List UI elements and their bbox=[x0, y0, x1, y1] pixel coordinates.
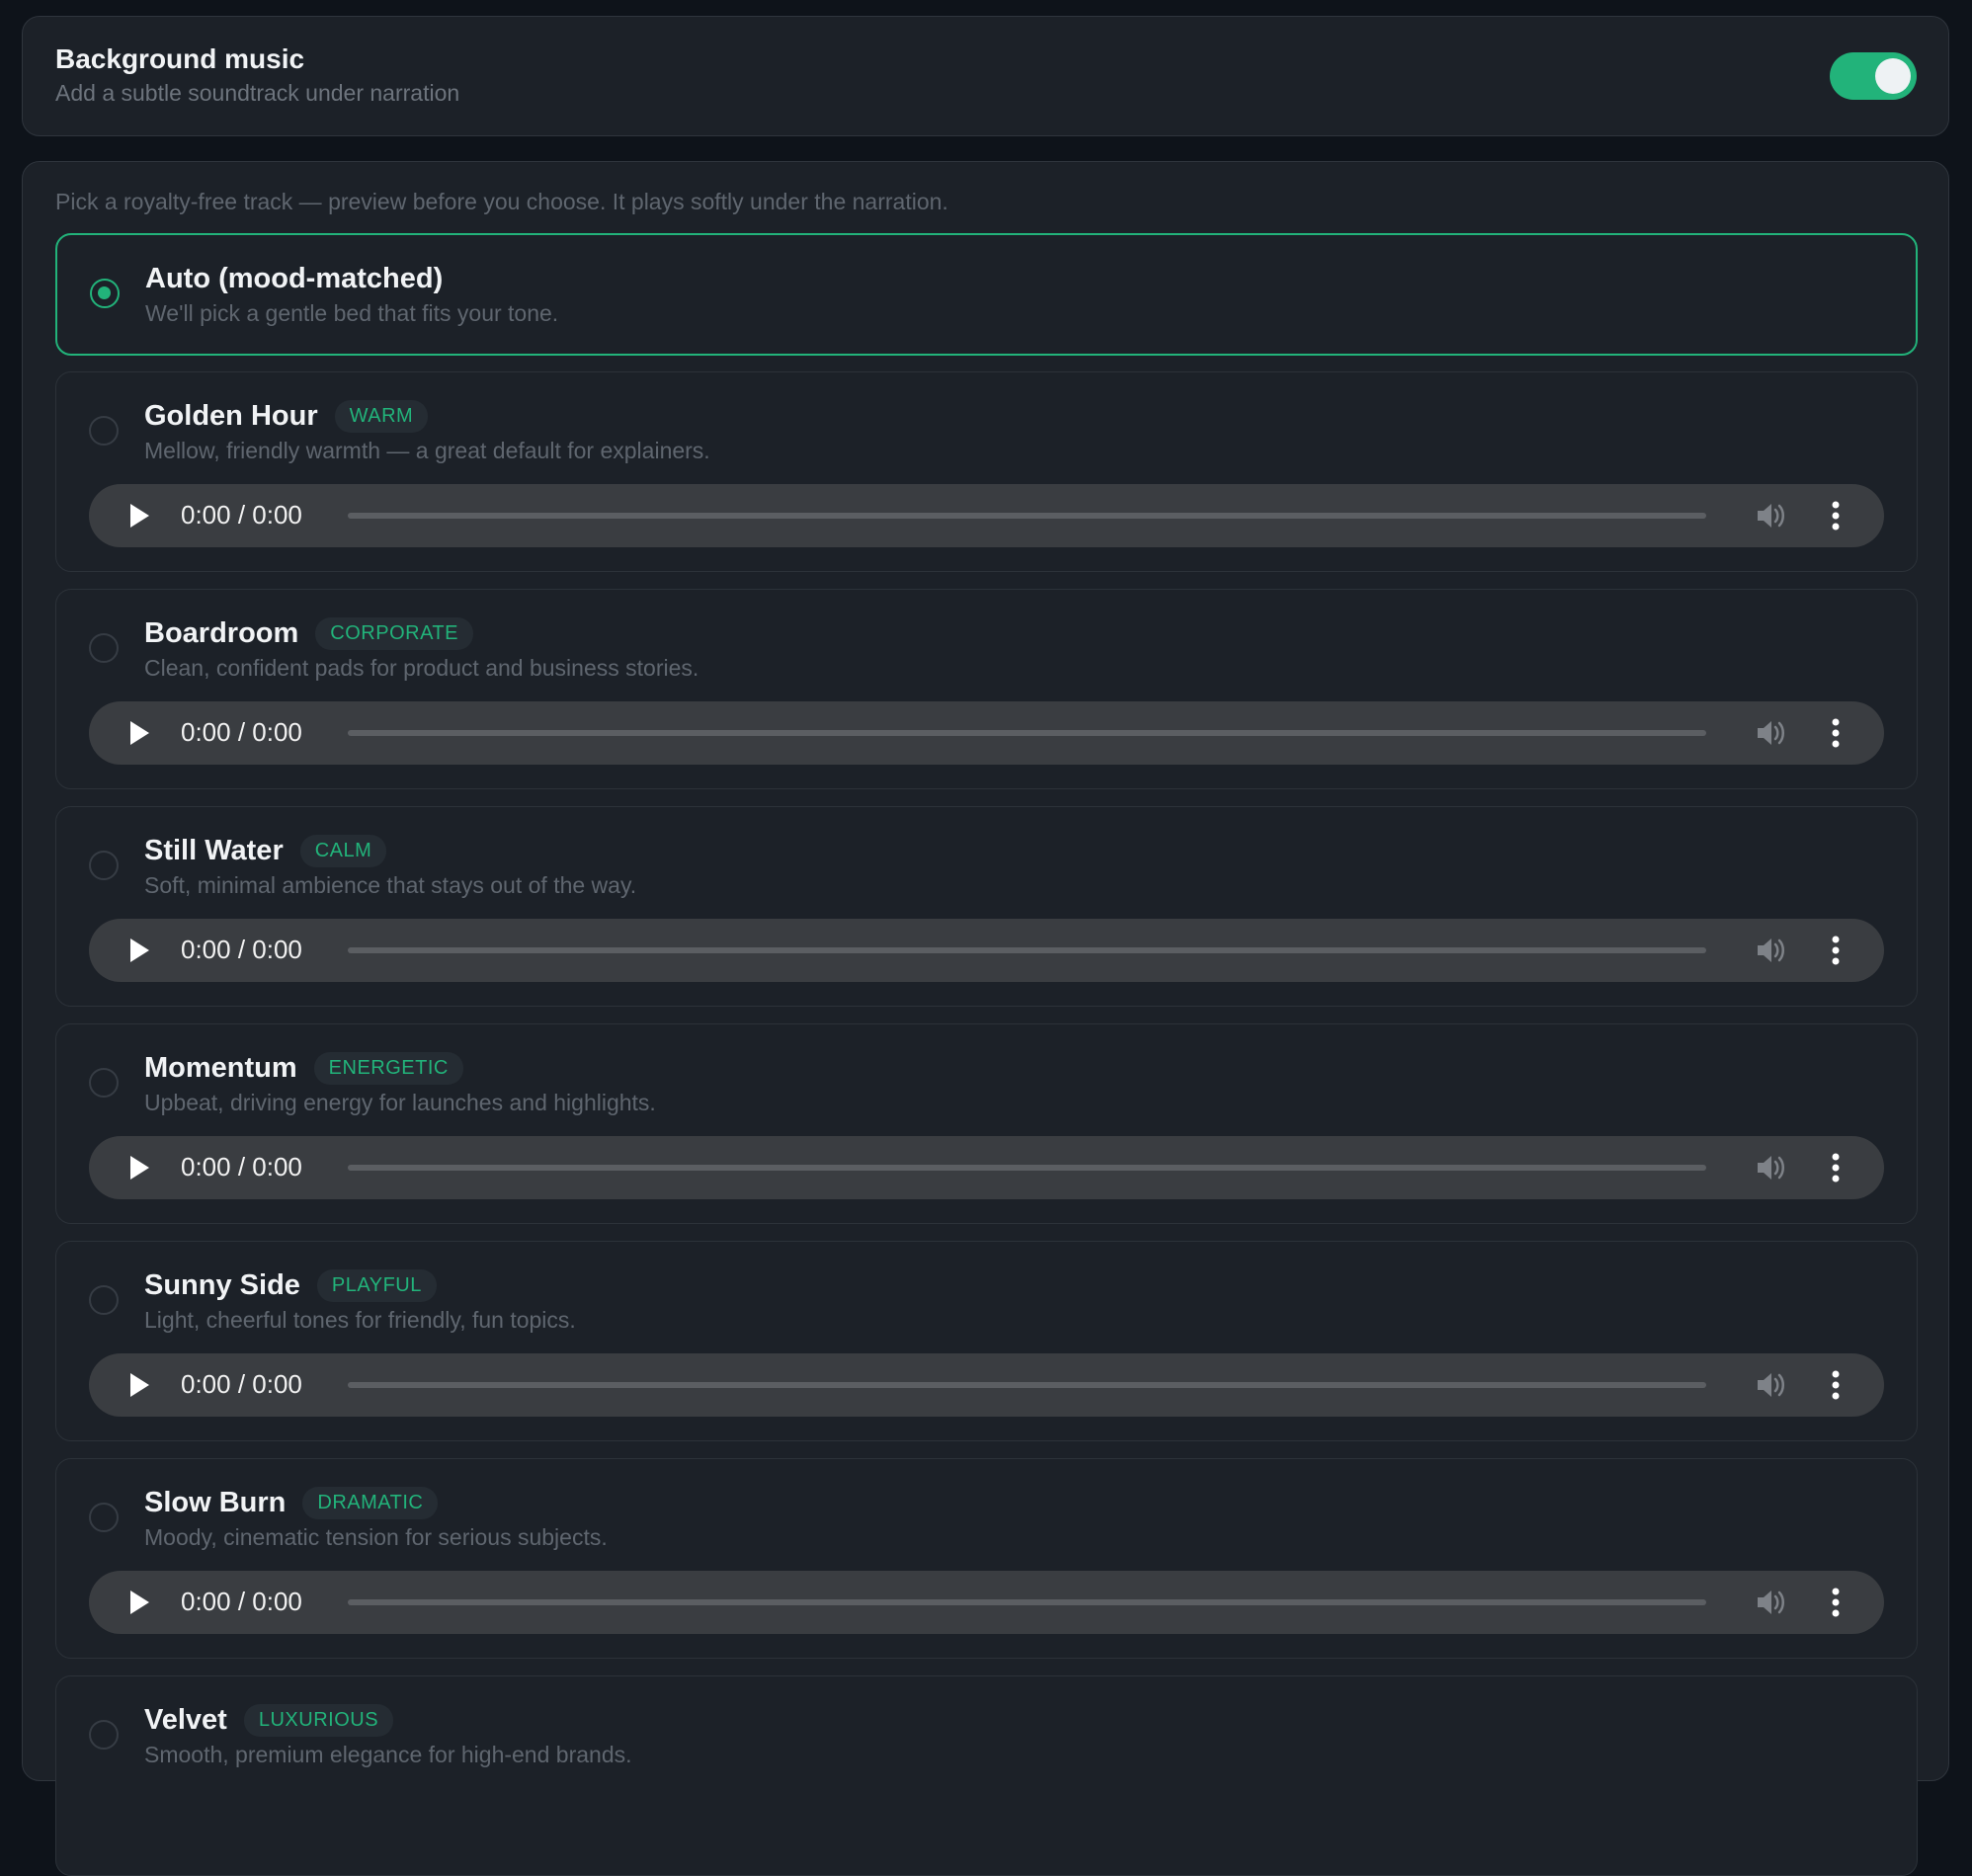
radio-button[interactable] bbox=[89, 851, 119, 880]
audio-player: 0:00 / 0:00 bbox=[89, 1353, 1884, 1417]
track-option-golden-hour[interactable]: Golden Hour WARM Mellow, friendly warmth… bbox=[55, 371, 1918, 572]
volume-icon[interactable] bbox=[1755, 501, 1786, 530]
mood-tag: DRAMATIC bbox=[302, 1487, 439, 1519]
track-option-momentum[interactable]: Momentum ENERGETIC Upbeat, driving energ… bbox=[55, 1023, 1918, 1224]
track-name: Momentum bbox=[144, 1052, 297, 1084]
time-display: 0:00 / 0:00 bbox=[181, 717, 302, 747]
mood-tag: CALM bbox=[299, 835, 387, 867]
volume-icon[interactable] bbox=[1755, 1370, 1786, 1400]
radio-button[interactable] bbox=[89, 416, 119, 446]
track-option-header: Boardroom CORPORATE bbox=[144, 617, 473, 650]
track-name: Velvet bbox=[144, 1704, 227, 1736]
more-vertical-icon[interactable] bbox=[1830, 1152, 1842, 1183]
toggle-knob bbox=[1875, 58, 1911, 94]
track-option-boardroom[interactable]: Boardroom CORPORATE Clean, confident pad… bbox=[55, 589, 1918, 789]
track-option-still-water[interactable]: Still Water CALM Soft, minimal ambience … bbox=[55, 806, 1918, 1007]
track-option-sunny-side[interactable]: Sunny Side PLAYFUL Light, cheerful tones… bbox=[55, 1241, 1918, 1441]
more-vertical-icon[interactable] bbox=[1830, 717, 1842, 749]
radio-button[interactable] bbox=[89, 1503, 119, 1532]
time-display: 0:00 / 0:00 bbox=[181, 1587, 302, 1616]
play-icon[interactable] bbox=[130, 504, 149, 528]
seek-bar[interactable] bbox=[348, 730, 1706, 736]
mood-tag: CORPORATE bbox=[315, 617, 473, 650]
volume-icon[interactable] bbox=[1755, 1153, 1786, 1183]
volume-icon[interactable] bbox=[1755, 718, 1786, 748]
track-description: Clean, confident pads for product and bu… bbox=[144, 655, 699, 681]
seek-bar[interactable] bbox=[348, 513, 1706, 519]
mood-tag: LUXURIOUS bbox=[243, 1704, 394, 1737]
more-vertical-icon[interactable] bbox=[1830, 1587, 1842, 1618]
seek-bar[interactable] bbox=[348, 1599, 1706, 1605]
track-description: We'll pick a gentle bed that fits your t… bbox=[145, 300, 559, 326]
time-display: 0:00 / 0:00 bbox=[181, 1369, 302, 1399]
mood-tag: ENERGETIC bbox=[313, 1052, 463, 1085]
track-option-header: Auto (mood-matched) bbox=[145, 263, 443, 295]
seek-bar[interactable] bbox=[348, 1382, 1706, 1388]
mood-tag: PLAYFUL bbox=[316, 1269, 437, 1302]
track-name: Still Water bbox=[144, 835, 284, 866]
play-icon[interactable] bbox=[130, 938, 149, 962]
play-icon[interactable] bbox=[130, 721, 149, 745]
mood-tag: WARM bbox=[334, 400, 429, 433]
audio-player: 0:00 / 0:00 bbox=[89, 1571, 1884, 1634]
play-icon[interactable] bbox=[130, 1373, 149, 1397]
radio-button[interactable] bbox=[89, 633, 119, 663]
page: Background music Add a subtle soundtrack… bbox=[22, 16, 1949, 1876]
background-music-title: Background music bbox=[55, 43, 305, 74]
track-picker-hint: Pick a royalty-free track — preview befo… bbox=[55, 189, 948, 214]
background-music-card: Background music Add a subtle soundtrack… bbox=[22, 16, 1949, 136]
track-name: Golden Hour bbox=[144, 400, 318, 432]
audio-player: 0:00 / 0:00 bbox=[89, 1136, 1884, 1199]
play-icon[interactable] bbox=[130, 1156, 149, 1180]
volume-icon[interactable] bbox=[1755, 1588, 1786, 1617]
track-description: Upbeat, driving energy for launches and … bbox=[144, 1090, 656, 1115]
more-vertical-icon[interactable] bbox=[1830, 500, 1842, 531]
radio-dot bbox=[98, 286, 111, 299]
more-vertical-icon[interactable] bbox=[1830, 1369, 1842, 1401]
audio-player: 0:00 / 0:00 bbox=[89, 484, 1884, 547]
track-description: Soft, minimal ambience that stays out of… bbox=[144, 872, 637, 898]
radio-button[interactable] bbox=[89, 1285, 119, 1315]
track-option-header: Velvet LUXURIOUS bbox=[144, 1704, 394, 1737]
track-option-header: Still Water CALM bbox=[144, 835, 387, 867]
track-option-header: Slow Burn DRAMATIC bbox=[144, 1487, 439, 1519]
time-display: 0:00 / 0:00 bbox=[181, 500, 302, 530]
track-description: Mellow, friendly warmth — a great defaul… bbox=[144, 438, 710, 463]
track-name: Auto (mood-matched) bbox=[145, 263, 444, 294]
track-option-header: Golden Hour WARM bbox=[144, 400, 429, 433]
track-picker-card: Pick a royalty-free track — preview befo… bbox=[22, 161, 1949, 1876]
seek-bar[interactable] bbox=[348, 947, 1706, 953]
volume-icon[interactable] bbox=[1755, 936, 1786, 965]
track-name: Boardroom bbox=[144, 617, 299, 649]
track-name: Sunny Side bbox=[144, 1269, 300, 1301]
time-display: 0:00 / 0:00 bbox=[181, 1152, 302, 1182]
track-option-slow-burn[interactable]: Slow Burn DRAMATIC Moody, cinematic tens… bbox=[55, 1458, 1918, 1659]
more-vertical-icon[interactable] bbox=[1830, 935, 1842, 966]
audio-player: 0:00 / 0:00 bbox=[89, 701, 1884, 765]
track-option-velvet[interactable]: Velvet LUXURIOUS Smooth, premium eleganc… bbox=[55, 1675, 1918, 1876]
audio-player: 0:00 / 0:00 bbox=[89, 919, 1884, 982]
radio-button[interactable] bbox=[89, 1068, 119, 1098]
track-option-header: Momentum ENERGETIC bbox=[144, 1052, 463, 1085]
radio-button[interactable] bbox=[89, 1720, 119, 1750]
background-music-toggle[interactable] bbox=[1830, 52, 1917, 100]
radio-button[interactable] bbox=[90, 279, 120, 308]
track-option-header: Sunny Side PLAYFUL bbox=[144, 1269, 437, 1302]
track-description: Light, cheerful tones for friendly, fun … bbox=[144, 1307, 576, 1333]
time-display: 0:00 / 0:00 bbox=[181, 935, 302, 964]
play-icon[interactable] bbox=[130, 1591, 149, 1614]
track-option-auto[interactable]: Auto (mood-matched) We'll pick a gentle … bbox=[55, 233, 1918, 356]
track-description: Moody, cinematic tension for serious sub… bbox=[144, 1524, 608, 1550]
seek-bar[interactable] bbox=[348, 1165, 1706, 1171]
track-name: Slow Burn bbox=[144, 1487, 287, 1518]
background-music-subtitle: Add a subtle soundtrack under narration bbox=[55, 80, 460, 106]
